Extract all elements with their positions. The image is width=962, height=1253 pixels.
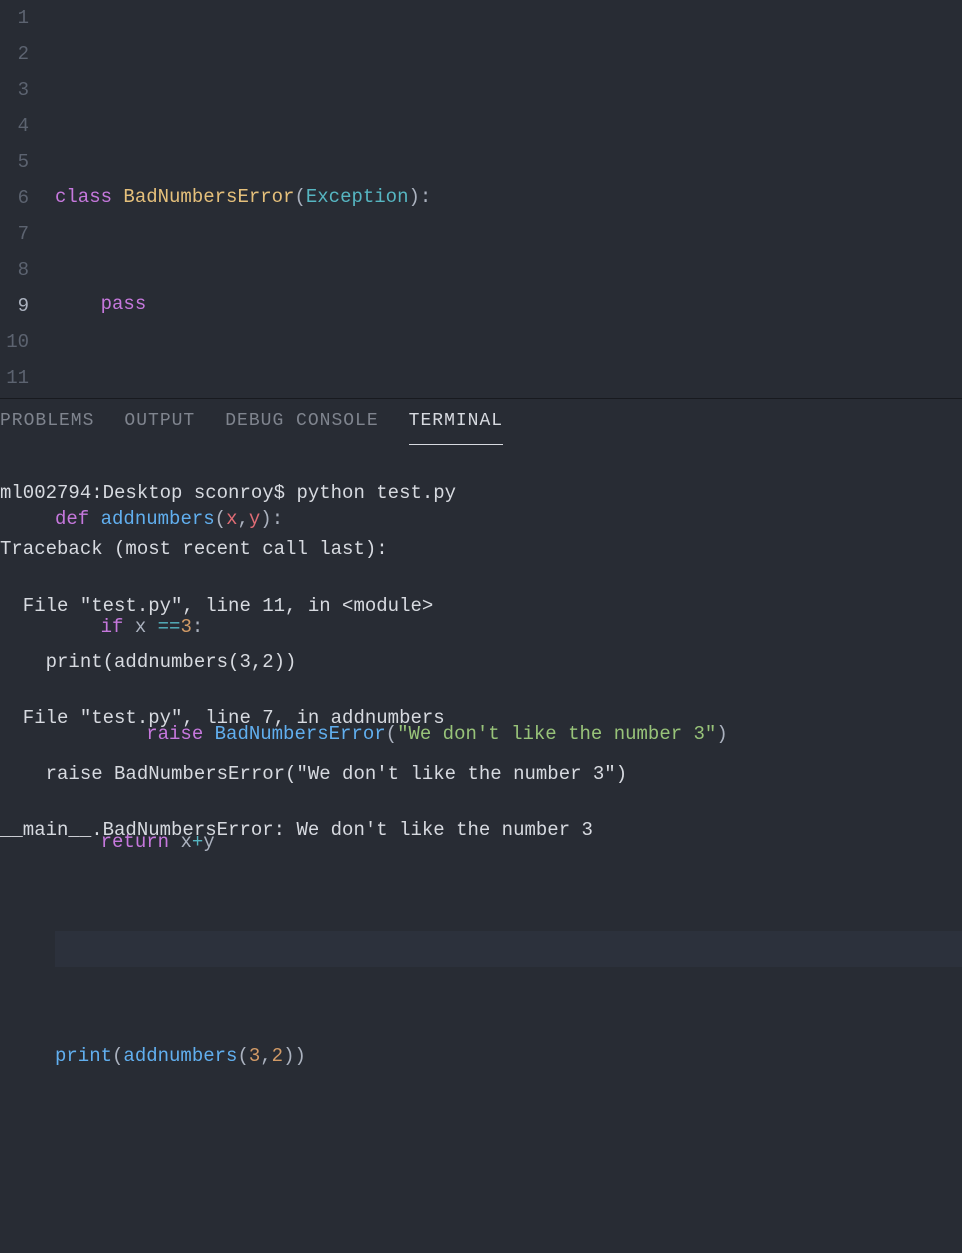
line-number: 1: [0, 0, 29, 36]
code-line[interactable]: [55, 1146, 962, 1182]
code-line[interactable]: if x ==3:: [55, 609, 962, 645]
class-name: BadNumbersError: [123, 186, 294, 208]
code-line-current[interactable]: [55, 931, 962, 967]
line-number: 6: [0, 180, 29, 216]
exception-name: BadNumbersError: [215, 723, 386, 745]
line-number: 8: [0, 252, 29, 288]
line-number: 5: [0, 144, 29, 180]
terminal-line: raise BadNumbersError("We don't like the…: [0, 760, 962, 788]
param-x: x: [226, 508, 237, 530]
code-line[interactable]: pass: [55, 286, 962, 322]
line-number: 4: [0, 108, 29, 144]
keyword-raise: raise: [146, 723, 203, 745]
code-line[interactable]: raise BadNumbersError("We don't like the…: [55, 716, 962, 752]
builtin-exception: Exception: [306, 186, 409, 208]
keyword-class: class: [55, 186, 112, 208]
line-number-gutter: 1 2 3 4 5 6 7 8 9 10 11: [0, 0, 55, 398]
code-line[interactable]: [55, 394, 962, 430]
code-line[interactable]: [55, 71, 962, 107]
line-number: 9: [0, 288, 29, 324]
code-line[interactable]: class BadNumbersError(Exception):: [55, 179, 962, 215]
line-number: 3: [0, 72, 29, 108]
line-number: 11: [0, 360, 29, 396]
keyword-return: return: [101, 831, 169, 853]
line-number: 10: [0, 324, 29, 360]
code-line[interactable]: return x+y: [55, 824, 962, 860]
string-literal: "We don't like the number 3": [397, 723, 716, 745]
keyword-pass: pass: [101, 293, 147, 315]
code-line[interactable]: print(addnumbers(3,2)): [55, 1038, 962, 1074]
line-number: 2: [0, 36, 29, 72]
function-call: addnumbers: [123, 1045, 237, 1067]
code-editor[interactable]: 1 2 3 4 5 6 7 8 9 10 11 class BadNumbers…: [0, 0, 962, 398]
param-y: y: [249, 508, 260, 530]
function-name: addnumbers: [101, 508, 215, 530]
keyword-def: def: [55, 508, 89, 530]
number-3: 3: [180, 616, 191, 638]
keyword-if: if: [101, 616, 124, 638]
var-x: x: [135, 616, 146, 638]
builtin-print: print: [55, 1045, 112, 1067]
line-number: 7: [0, 216, 29, 252]
code-line[interactable]: def addnumbers(x,y):: [55, 501, 962, 537]
code-area[interactable]: class BadNumbersError(Exception): pass d…: [55, 0, 962, 398]
